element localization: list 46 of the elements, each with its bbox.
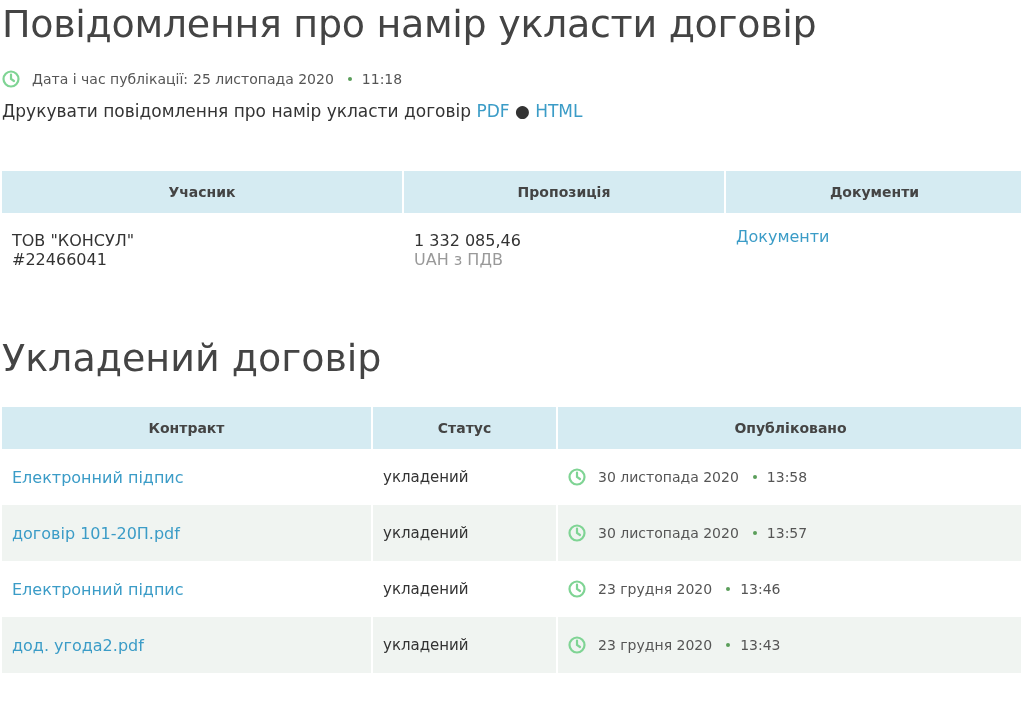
clock-icon (2, 70, 20, 88)
column-header: Документи (726, 171, 1021, 213)
contract-link[interactable]: Електронний підпис (12, 467, 184, 487)
participant-name: ТОВ "КОНСУЛ" (12, 231, 136, 250)
currency-text: UAH з ПДВ (414, 250, 504, 269)
status-text: укладений (382, 467, 470, 488)
page-title: Повідомлення про намір укласти договір (2, 1, 818, 46)
print-link[interactable]: HTML (535, 101, 583, 121)
clock-icon (568, 636, 586, 654)
clock-icon (568, 524, 586, 542)
participant-code: #22466041 (12, 250, 108, 269)
contract-link[interactable]: Електронний підпис (12, 579, 184, 599)
print-text: Друкувати повідомлення про намір укласти договір (2, 101, 471, 121)
time-text: 13:43 (740, 637, 781, 653)
publication-label: Дата і час публікації: (32, 71, 188, 87)
date-text: 30 листопада 2020 (598, 525, 739, 541)
documents-link[interactable]: Документи (736, 227, 830, 246)
separator-text: ● (514, 101, 530, 121)
column-header: Учасник (2, 171, 402, 213)
date-text: 30 листопада 2020 (598, 469, 739, 485)
contract-link[interactable]: дод. угода2.pdf (12, 635, 144, 655)
time-text: 11:18 (361, 71, 403, 87)
section-heading: Укладений договір (2, 336, 383, 380)
print-link[interactable]: PDF (476, 101, 510, 121)
time-text: 13:46 (740, 581, 781, 597)
separator-dot (726, 587, 731, 591)
column-header: Статус (373, 407, 556, 449)
status-text: укладений (382, 579, 470, 600)
contract-link[interactable]: договір 101-20П.pdf (12, 523, 180, 543)
time-text: 13:58 (766, 469, 808, 485)
column-header: Опубліковано (558, 407, 1021, 449)
separator-dot (752, 475, 757, 479)
status-text: укладений (373, 505, 556, 561)
date-text: 23 грудня 2020 (598, 581, 713, 597)
date-text: 23 грудня 2020 (598, 637, 713, 653)
separator-dot (726, 643, 731, 647)
separator-dot (347, 77, 352, 81)
time-text: 13:57 (766, 525, 808, 541)
status-text: укладений (373, 617, 556, 673)
column-header: Пропозиція (404, 171, 724, 213)
offer-amount: 1 332 085,46 (414, 231, 522, 250)
column-header: Контракт (2, 407, 371, 449)
clock-icon (568, 468, 586, 486)
clock-icon (568, 580, 586, 598)
separator-dot (752, 531, 757, 535)
date-text: 25 листопада 2020 (193, 71, 334, 87)
